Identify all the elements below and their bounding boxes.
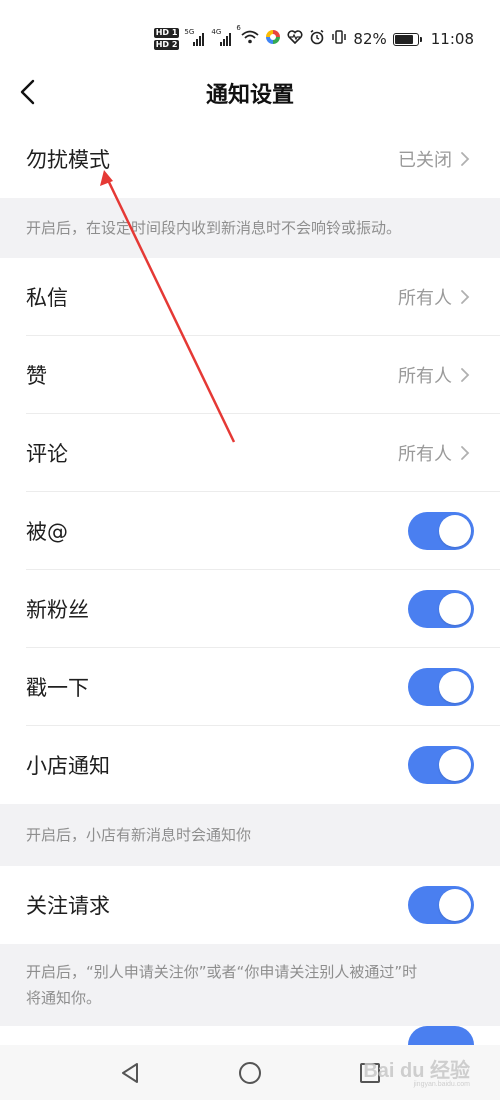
clock-time: 11:08 [430,30,474,48]
list-item-label: 评论 [26,442,68,466]
toggle-label: 小店通知 [26,754,110,778]
toggle-knob [439,889,471,921]
signal-5g-icon: 5G [184,28,205,46]
toggle-row-mentions: 被@ [0,492,500,570]
signal-4g-icon: 4G [211,28,232,46]
nav-home-button[interactable] [230,1053,270,1093]
shop-toggle[interactable] [408,746,474,784]
list-item-label: 赞 [26,364,47,388]
list-item-value: 所有人 [398,366,452,387]
heart-icon [287,30,303,48]
dnd-row[interactable]: 勿扰模式 已关闭 [0,120,500,198]
vibrate-icon [331,29,347,49]
status-bar: HD 1 HD 2 5G 4G 6 82% 11:08 [0,0,500,72]
toggle-knob [439,749,471,781]
hd-icon: HD 1 HD 2 [153,28,180,50]
list-item-likes[interactable]: 赞 所有人 [0,336,500,414]
poke-toggle[interactable] [408,668,474,706]
toggle-row-shop: 小店通知 [0,726,500,804]
settings-list: 勿扰模式 已关闭 开启后，在设定时间段内收到新消息时不会响铃或振动。 私信 所有… [0,120,500,1048]
chevron-right-icon [460,366,474,384]
watermark-logo: Bai du 经验 jingyan.baidu.com [363,1060,470,1088]
chevron-right-icon [460,444,474,462]
chevron-right-icon [460,288,474,306]
mentions-toggle[interactable] [408,512,474,550]
toggle-knob [439,593,471,625]
alarm-icon [309,29,325,49]
list-item-comments[interactable]: 评论 所有人 [0,414,500,492]
toggle-label: 关注请求 [26,894,110,918]
list-item-value: 所有人 [398,444,452,465]
triangle-back-icon [122,1062,138,1083]
battery-icon [392,32,422,46]
dnd-label: 勿扰模式 [26,148,110,172]
follow-note: 开启后，“别人申请关注你”或者“你申请关注别人被通过”时 将通知你。 [0,944,500,1026]
toggle-row-new-followers: 新粉丝 [0,570,500,648]
shop-note: 开启后，小店有新消息时会通知你 [0,804,500,866]
toggle-knob [439,671,471,703]
toggle-row-follow-request: 关注请求 [0,866,500,944]
page-title: 通知设置 [205,83,294,108]
app-color-icon [265,29,281,49]
toggle-knob [439,515,471,547]
wifi-icon: 6 [236,24,260,48]
new-followers-toggle[interactable] [408,590,474,628]
header: 通知设置 [0,72,500,120]
dnd-value: 已关闭 [398,150,452,171]
toggle-label: 戳一下 [26,676,89,700]
toggle-row-poke: 戳一下 [0,648,500,726]
status-icons: HD 1 HD 2 5G 4G 6 82% 11:08 [153,24,474,54]
circle-home-icon [239,1061,261,1084]
toggle-label: 新粉丝 [26,598,89,622]
follow-request-toggle[interactable] [408,886,474,924]
chevron-right-icon [460,150,474,168]
list-item-label: 私信 [26,286,68,310]
toggle-label: 被@ [26,520,68,544]
battery-percent: 82% [353,30,387,48]
list-item-private-message[interactable]: 私信 所有人 [0,258,500,336]
list-item-value: 所有人 [398,288,452,309]
dnd-note: 开启后，在设定时间段内收到新消息时不会响铃或振动。 [0,198,500,258]
nav-back-button[interactable] [110,1053,150,1093]
